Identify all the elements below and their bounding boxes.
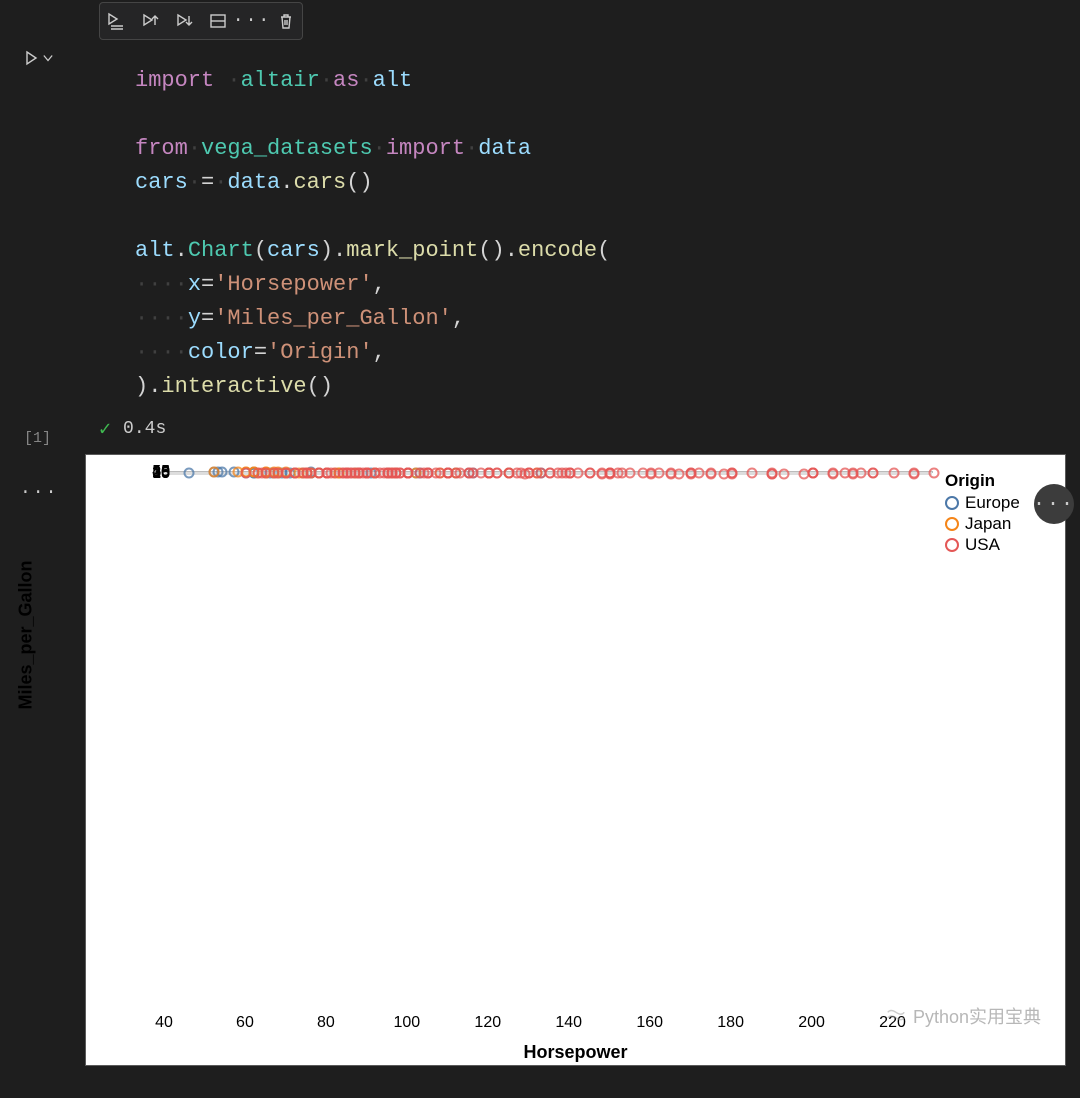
legend-item[interactable]: USA (945, 535, 1059, 555)
data-point[interactable] (584, 468, 595, 479)
data-point[interactable] (746, 468, 757, 479)
data-point[interactable] (572, 468, 583, 479)
x-tick: 40 (155, 1014, 173, 1032)
x-tick: 160 (636, 1014, 663, 1032)
legend-swatch-icon (945, 517, 959, 531)
legend-swatch-icon (945, 496, 959, 510)
cell-status: ✓ 0.4s (85, 416, 1060, 442)
data-point[interactable] (779, 468, 790, 479)
cell-toolbar: ··· (99, 2, 303, 40)
execution-count: [1] (24, 430, 51, 447)
y-tick: 50 (130, 463, 170, 481)
x-tick: 140 (555, 1014, 582, 1032)
watermark: Python实用宝典 (885, 1003, 1041, 1029)
code-editor[interactable]: import ·altair·as·alt from·vega_datasets… (85, 40, 1060, 412)
data-point[interactable] (856, 468, 867, 479)
legend-label: USA (965, 535, 1000, 555)
cell-output: Miles_per_Gallon Horsepower 051015202530… (85, 454, 1066, 1066)
data-point[interactable] (868, 468, 879, 479)
data-point[interactable] (827, 468, 838, 479)
data-point[interactable] (625, 468, 636, 479)
code-cell: ··· import ·altair·as·alt from·vega_data… (85, 0, 1060, 442)
run-above-icon[interactable] (140, 11, 160, 31)
legend-label: Japan (965, 514, 1011, 534)
cell-output-more-icon[interactable]: ··· (20, 483, 58, 503)
legend-swatch-icon (945, 538, 959, 552)
data-point[interactable] (929, 468, 940, 479)
data-point[interactable] (208, 467, 219, 478)
legend-label: Europe (965, 493, 1020, 513)
chart-legend: Origin EuropeJapanUSA (939, 465, 1059, 1059)
data-point[interactable] (706, 468, 717, 479)
data-point[interactable] (694, 468, 705, 479)
data-point[interactable] (726, 468, 737, 479)
delete-cell-icon[interactable] (276, 11, 296, 31)
y-axis-label: Miles_per_Gallon (16, 535, 37, 735)
run-by-line-icon[interactable] (106, 11, 126, 31)
more-fab-icon[interactable]: ··· (1034, 484, 1074, 524)
success-check-icon: ✓ (99, 416, 111, 442)
x-tick: 100 (393, 1014, 420, 1032)
x-tick: 120 (474, 1014, 501, 1032)
execution-time: 0.4s (123, 419, 166, 439)
split-cell-icon[interactable] (208, 11, 228, 31)
data-point[interactable] (674, 468, 685, 479)
data-point[interactable] (807, 468, 818, 479)
x-tick: 180 (717, 1014, 744, 1032)
run-cell-button[interactable] (23, 50, 53, 66)
data-point[interactable] (888, 468, 899, 479)
data-point[interactable] (767, 468, 778, 479)
x-tick: 80 (317, 1014, 335, 1032)
more-actions-icon[interactable]: ··· (242, 11, 262, 31)
x-tick: 200 (798, 1014, 825, 1032)
data-point[interactable] (240, 468, 251, 479)
data-point[interactable] (184, 467, 195, 478)
x-tick: 60 (236, 1014, 254, 1032)
scatter-plot[interactable] (164, 471, 933, 473)
run-below-icon[interactable] (174, 11, 194, 31)
data-point[interactable] (402, 468, 413, 479)
data-point[interactable] (908, 468, 919, 479)
data-point[interactable] (653, 468, 664, 479)
data-point[interactable] (491, 468, 502, 479)
